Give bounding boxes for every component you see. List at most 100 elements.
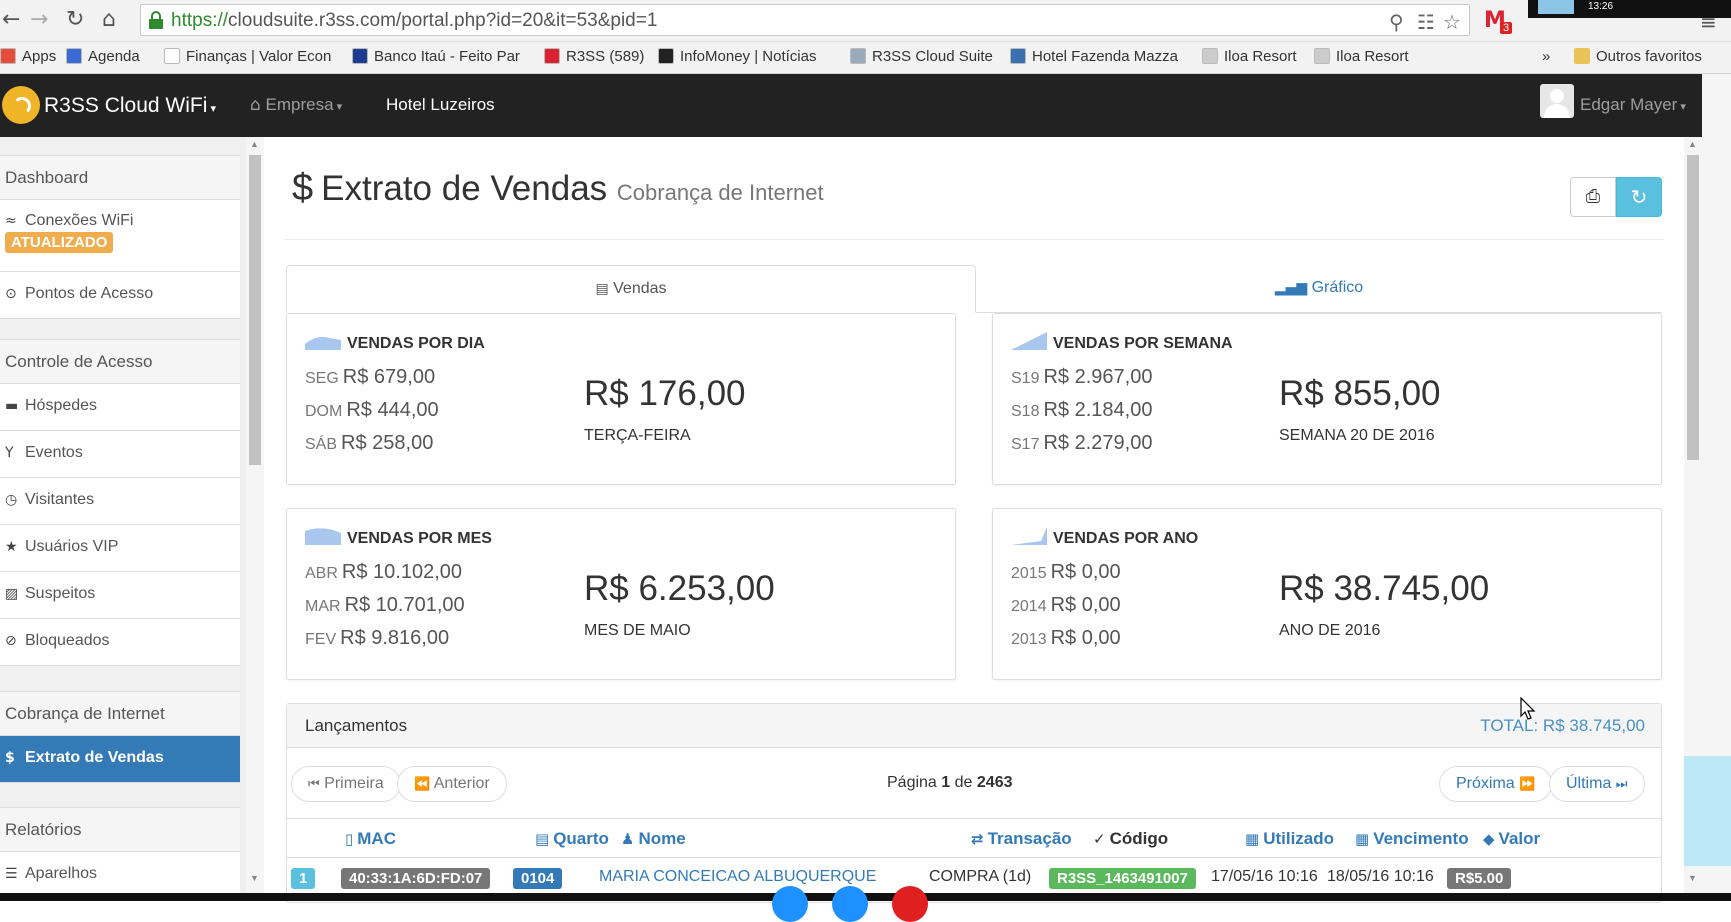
sidebar-scrollbar[interactable]: ▲ ▼ [246, 137, 264, 893]
column-vencimento[interactable]: ▦ Vencimento [1355, 829, 1469, 849]
scrollbar-thumb[interactable] [1687, 155, 1699, 460]
empresa-dropdown[interactable]: ⌂ Empresa ▾ [250, 95, 342, 115]
home-icon[interactable]: ⌂ [102, 8, 116, 32]
panel-rows: 2015 R$ 0,00 2014 R$ 0,00 2013 R$ 0,00 [1011, 561, 1121, 660]
zoom-icon[interactable]: ⚲ [1389, 10, 1404, 34]
sidebar-item-pontos[interactable]: ⊙ Pontos de Acesso [0, 272, 240, 319]
building-icon: ▤ [535, 830, 550, 848]
sidebar-item-vip[interactable]: ★ Usuários VIP [0, 525, 240, 572]
wifi-icon: ≈ [5, 213, 17, 229]
bookmark-item[interactable]: Hotel Fazenda Mazza [1010, 48, 1178, 65]
column-codigo[interactable]: ✓ Código [1093, 829, 1168, 849]
scrollbar-thumb[interactable] [249, 155, 261, 465]
bookmark-star-icon[interactable]: ☆ [1443, 10, 1461, 34]
bookmark-item[interactable]: Banco Itaú - Feito Par [352, 48, 520, 65]
column-utilizado[interactable]: ▦ Utilizado [1245, 829, 1334, 849]
sidebar-header-controle[interactable]: Controle de Acesso [0, 340, 240, 384]
taskbar-app-icon[interactable] [772, 886, 808, 922]
forward-icon[interactable]: → [30, 8, 48, 32]
bookmark-item[interactable]: Iloa Resort [1202, 48, 1297, 65]
sidebar-item-aparelhos[interactable]: ☰ Aparelhos [0, 852, 240, 893]
panel-big-value: R$ 855,00 [1279, 374, 1441, 413]
print-button[interactable]: ⎙ [1570, 177, 1616, 217]
bookmarks-overflow-button[interactable]: » [1542, 48, 1550, 65]
sidebar-item-extrato[interactable]: $ Extrato de Vendas [0, 736, 240, 783]
bookmark-item[interactable]: Iloa Resort [1314, 48, 1409, 65]
wifi-logo-icon [2, 86, 40, 124]
column-mac[interactable]: ▯ MAC [345, 829, 396, 849]
bookmark-favicon-icon [1010, 48, 1026, 64]
bookmark-item[interactable]: Finanças | Valor Econ [164, 48, 331, 65]
bookmark-item[interactable]: R3SS Cloud Suite [850, 48, 993, 65]
tags-icon: ◆ [1483, 830, 1495, 848]
sidebar-item-label: Extrato de Vendas [25, 749, 164, 766]
list-item: 2014 R$ 0,00 [1011, 594, 1121, 616]
bookmark-favicon-icon [1314, 48, 1330, 64]
user-dropdown[interactable]: Edgar Mayer ▾ [1580, 95, 1686, 115]
sidebar-item-eventos[interactable]: Y Eventos [0, 431, 240, 478]
panel-title: VENDAS POR SEMANA [1011, 332, 1233, 353]
row-number: 1 [291, 868, 316, 889]
chat-widget[interactable] [1684, 756, 1731, 866]
back-icon[interactable]: ← [2, 8, 20, 32]
hotel-link[interactable]: Hotel Luzeiros [386, 95, 495, 115]
sidebar-item-label: Visitantes [25, 491, 95, 508]
first-page-button[interactable]: ⏮ Primeira [291, 766, 401, 802]
address-bar[interactable]: https://cloudsuite.r3ss.com/portal.php?i… [140, 4, 1470, 36]
last-page-button[interactable]: Última ⏭ [1549, 766, 1645, 802]
ban-icon: ⊘ [5, 633, 17, 649]
screen-overlay: 13:26 [1528, 0, 1731, 18]
scroll-up-icon[interactable]: ▲ [1688, 139, 1697, 149]
translate-icon[interactable]: ☷ [1417, 10, 1435, 34]
main-content: $ Extrato de Vendas Cobrança de Internet … [264, 137, 1684, 903]
sidebar-group-controle: Controle de Acesso ▬ Hóspedes Y Eventos ◷ V… [0, 339, 240, 666]
panel-title: VENDAS POR DIA [305, 332, 485, 353]
sidebar-item-label: Conexões WiFi [25, 212, 134, 229]
column-transacao[interactable]: ⇄ Transação [971, 829, 1072, 849]
reload-icon[interactable]: ↻ [66, 8, 84, 32]
sidebar-group-cobranca: Cobrança de Internet $ Extrato de Vendas [0, 691, 240, 783]
sidebar-item-bloqueados[interactable]: ⊘ Bloqueados [0, 619, 240, 666]
column-nome[interactable]: ♟ Nome [621, 829, 686, 849]
sidebar-item-conexoes[interactable]: ≈ Conexões WiFi ATUALIZADO [0, 200, 240, 272]
brand-dropdown[interactable]: R3SS Cloud WiFi ▾ [44, 94, 216, 118]
list-item: S19 R$ 2.967,00 [1011, 366, 1153, 388]
bookmark-item[interactable]: InfoMoney | Notícias [658, 48, 816, 65]
app-navbar: R3SS Cloud WiFi ▾ ⌂ Empresa ▾ Hotel Luze… [0, 74, 1731, 137]
scroll-down-icon[interactable]: ▼ [250, 873, 259, 883]
refresh-icon: ↻ [1630, 185, 1648, 209]
url-text: https://cloudsuite.r3ss.com/portal.php?i… [171, 10, 658, 31]
bookmark-item[interactable]: Agenda [66, 48, 140, 65]
sidebar-item-suspeitos[interactable]: ▨ Suspeitos [0, 572, 240, 619]
scroll-down-icon[interactable]: ▼ [1688, 873, 1697, 883]
calendar-icon: ▦ [1355, 830, 1370, 848]
tab-grafico[interactable]: ▂▄▆ Gráfico [976, 265, 1662, 313]
scroll-up-icon[interactable]: ▲ [250, 139, 259, 149]
bookmark-item[interactable]: Apps [0, 48, 56, 65]
sidebar-item-hospedes[interactable]: ▬ Hóspedes [0, 384, 240, 431]
bookmark-item[interactable]: R3SS (589) [544, 48, 644, 65]
taskbar-app-icon[interactable] [832, 886, 868, 922]
next-page-button[interactable]: Próxima ⏩ [1439, 766, 1553, 802]
avatar[interactable] [1540, 84, 1574, 118]
glass-icon: Y [5, 445, 14, 461]
valor-cell: R$5.00 [1447, 868, 1512, 889]
bookmark-favicon-icon [658, 48, 674, 64]
tab-vendas[interactable]: ▤ Vendas [286, 265, 976, 313]
refresh-button[interactable]: ↻ [1616, 177, 1662, 217]
sidebar-item-visitantes[interactable]: ◷ Visitantes [0, 478, 240, 525]
column-valor[interactable]: ◆ Valor [1483, 829, 1540, 849]
sidebar-header-dashboard[interactable]: Dashboard [0, 156, 240, 200]
bookmark-favicon-icon [1202, 48, 1218, 64]
prev-page-button[interactable]: ⏪ Anterior [397, 766, 507, 802]
column-quarto[interactable]: ▤ Quarto [535, 829, 609, 849]
list-item: 2013 R$ 0,00 [1011, 627, 1121, 649]
sidebar-header-relatorios[interactable]: Relatórios [0, 808, 240, 852]
panel-vendas-ano: VENDAS POR ANO 2015 R$ 0,00 2014 R$ 0,00 2… [992, 508, 1662, 680]
list-item: 2015 R$ 0,00 [1011, 561, 1121, 583]
sidebar-header-cobranca[interactable]: Cobrança de Internet [0, 692, 240, 736]
lancamentos-panel: Lançamentos TOTAL: R$ 38.745,00 ⏮ Primei… [286, 703, 1662, 903]
taskbar-app-icon[interactable] [892, 886, 928, 922]
nome-link[interactable]: MARIA CONCEICAO ALBUQUERQUE [599, 868, 876, 886]
other-bookmarks-folder[interactable]: Outros favoritos [1574, 48, 1702, 65]
